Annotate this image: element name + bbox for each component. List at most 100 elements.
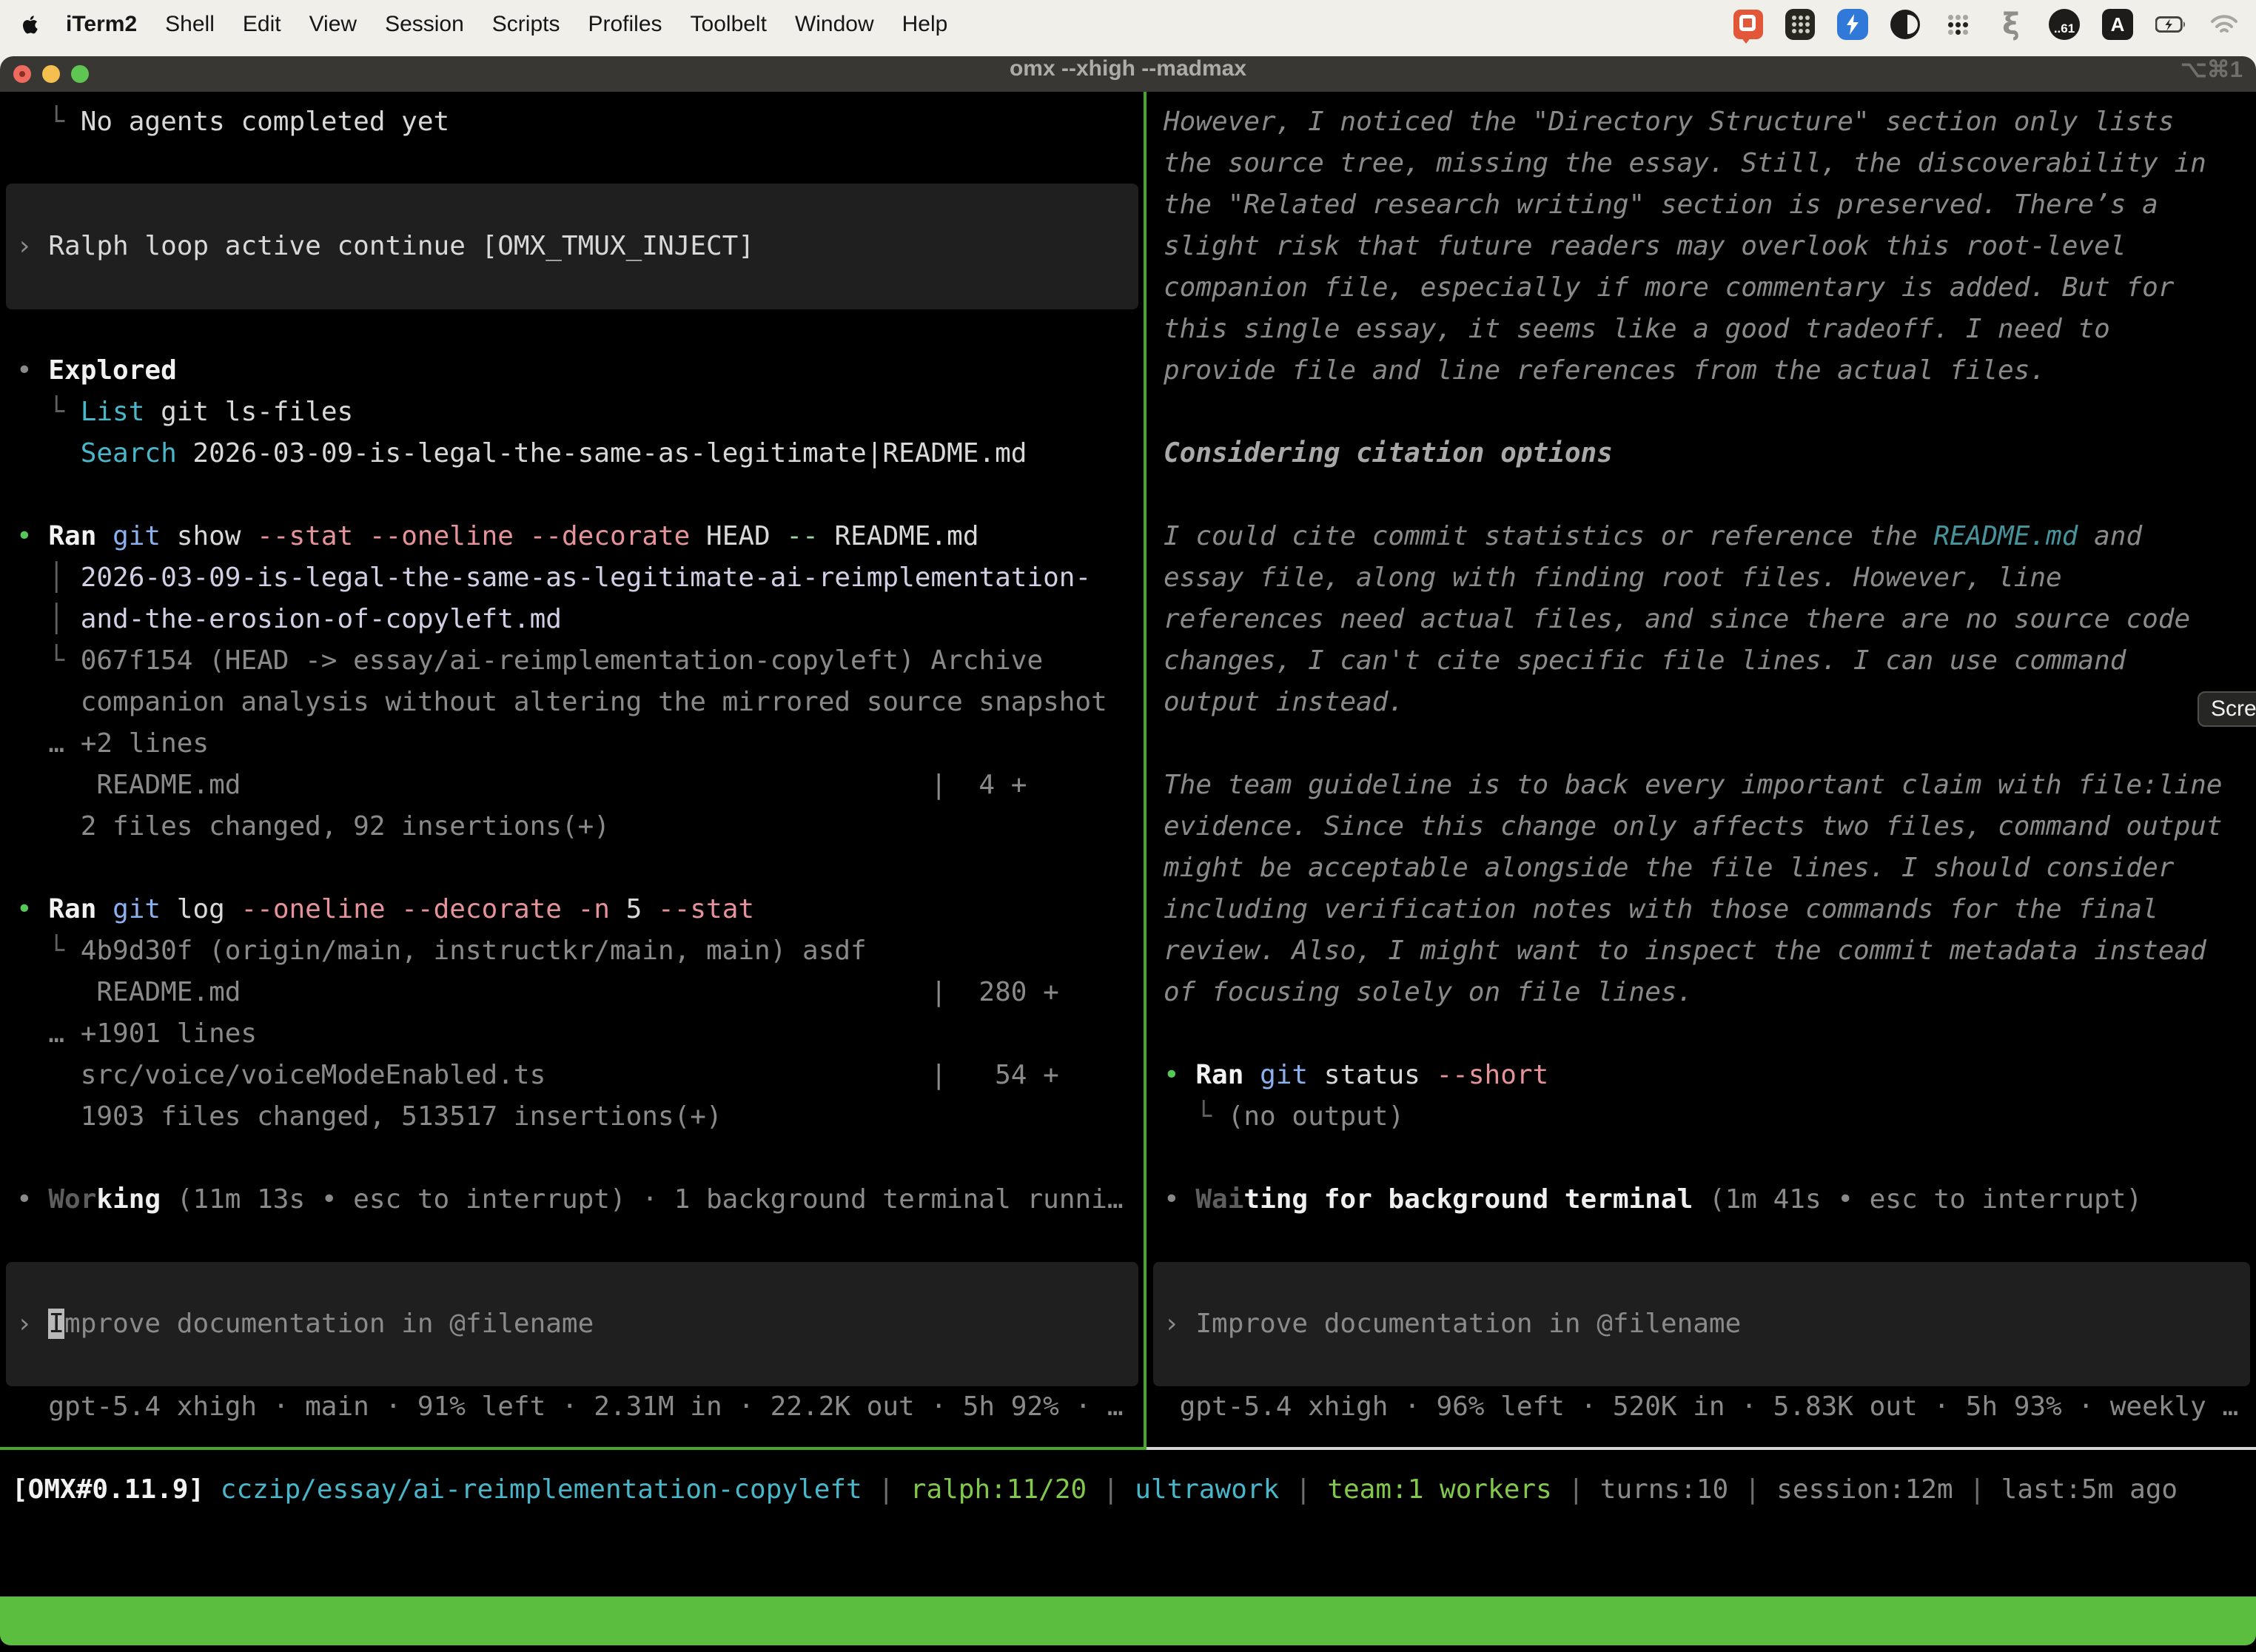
text-segment (1243, 1060, 1260, 1090)
pane-divider[interactable] (1144, 92, 1147, 1450)
terminal-line: └ 4b9d30f (origin/main, instructkr/main,… (16, 930, 867, 972)
a-key-icon[interactable]: A (2102, 9, 2133, 40)
terminal-line: evidence. Since this change only affects… (1164, 806, 2222, 847)
text-segment: last:5m ago (2001, 1474, 2178, 1505)
text-segment: Ralph loop active continue [OMX_TMUX_INJ… (48, 231, 754, 261)
terminal-line: companion analysis without altering the … (16, 682, 1107, 723)
screenshot-app-icon[interactable] (1733, 10, 1763, 39)
menu-item-edit[interactable]: Edit (229, 12, 295, 36)
text-segment: team:1 workers (1327, 1474, 1551, 1505)
terminal-line: 1903 files changed, 513517 insertions(+) (16, 1096, 722, 1138)
text-segment: README.md | 4 + (16, 770, 1027, 800)
terminal-line: references need actual files, and since … (1164, 599, 2190, 640)
menu-item-toolbelt[interactable]: Toolbelt (677, 12, 781, 36)
text-segment: references need actual files, and since … (1164, 604, 2190, 634)
menu-left: iTerm2ShellEditViewSessionScriptsProfile… (0, 11, 961, 38)
text-segment: cczip/essay/ai-reimplementation-copyleft (221, 1474, 862, 1505)
text-segment: • (16, 521, 48, 551)
text-segment: mprove documentation in @filename (64, 1309, 594, 1339)
text-segment: Wai (1195, 1184, 1243, 1215)
text-segment: git (113, 521, 161, 551)
pie-moon-icon[interactable] (1890, 10, 1920, 39)
text-segment: this single essay, it seems like a good … (1164, 314, 2110, 344)
text-segment: (11m 13s • esc to interrupt) · 1 backgro… (161, 1184, 1123, 1215)
tooltip-text: Scre (2211, 696, 2256, 721)
text-segment: ralph:11/20 (910, 1474, 1087, 1505)
text-segment: Improve documentation in @filename (1195, 1309, 1741, 1339)
text-segment (204, 1474, 221, 1505)
terminal-line: README.md | 4 + (16, 765, 1027, 806)
text-segment: and-the-erosion-of-copyleft.md (81, 604, 562, 634)
menu-item-iterm2[interactable]: iTerm2 (52, 12, 151, 36)
menu-item-window[interactable]: Window (781, 12, 888, 36)
terminal-line: The team guideline is to back every impo… (1164, 765, 2222, 806)
text-segment: --oneline --decorate -n (241, 894, 610, 924)
terminal-line: However, I noticed the "Directory Struct… (1164, 101, 2174, 143)
keyboard-grid-icon[interactable] (1785, 9, 1815, 40)
terminal-line: • Waiting for background terminal (1m 41… (1164, 1179, 2142, 1220)
text-segment (16, 438, 81, 469)
dots-grid-icon[interactable] (1942, 9, 1973, 40)
menu-item-profiles[interactable]: Profiles (574, 12, 676, 36)
text-segment: session:12m (1776, 1474, 1953, 1505)
text-segment: README.md | 280 + (16, 977, 1059, 1007)
text-segment: › (1164, 1309, 1195, 1339)
squiggle-icon[interactable]: ξ (1995, 9, 2027, 40)
terminal-line: └ List git ls-files (16, 392, 353, 433)
terminal-line: • Ran git show --stat --oneline --decora… (16, 516, 979, 557)
terminal-line: Search 2026-03-09-is-legal-the-same-as-l… (16, 433, 1027, 474)
text-segment: └ (16, 936, 81, 966)
terminal-line: README.md | 280 + (16, 972, 1059, 1013)
left-pane-bottom-border (0, 1447, 1144, 1450)
wifi-icon[interactable] (2209, 9, 2240, 40)
text-segment: I could cite commit statistics or refere… (1164, 521, 1933, 551)
text-segment: --stat (658, 894, 754, 924)
battery-percent-label: ..61 (2054, 21, 2075, 40)
text-segment: Considering citation options (1164, 438, 1613, 469)
menu-item-scripts[interactable]: Scripts (478, 12, 574, 36)
text-segment: No agents completed yet (81, 107, 450, 137)
terminal-line: output instead. (1164, 682, 1404, 723)
menu-item-help[interactable]: Help (888, 12, 962, 36)
text-segment: 5 (610, 894, 658, 924)
menu-item-session[interactable]: Session (371, 12, 478, 36)
terminal-content[interactable]: └ No agents completed yet › Ralph loop ac… (0, 92, 2256, 1652)
terminal-line: I could cite commit statistics or refere… (1164, 516, 2142, 557)
menu-item-view[interactable]: View (295, 12, 371, 36)
block-cursor: I (48, 1309, 64, 1339)
text-segment: Search (81, 438, 177, 469)
terminal-line: └ (no output) (1164, 1096, 1404, 1138)
a-key-label: A (2111, 13, 2125, 36)
text-segment: › (16, 231, 48, 261)
battery-icon[interactable] (2155, 9, 2186, 40)
text-segment: of focusing solely on file lines. (1164, 977, 1693, 1007)
text-segment: • (16, 894, 48, 924)
terminal-line: │ and-the-erosion-of-copyleft.md (16, 599, 562, 640)
text-segment: (no output) (1228, 1101, 1404, 1132)
terminal-line: └ No agents completed yet (16, 101, 449, 143)
terminal-line: │ 2026-03-09-is-legal-the-same-as-legiti… (16, 557, 1091, 599)
text-segment: │ (16, 563, 81, 593)
terminal-line: └ 067f154 (HEAD -> essay/ai-reimplementa… (16, 640, 1043, 682)
terminal-line: • Ran git log --oneline --decorate -n 5 … (16, 889, 754, 930)
text-segment: List (81, 397, 145, 427)
bolt-badge-icon[interactable] (1837, 9, 1868, 40)
text-segment: review. Also, I might want to inspect th… (1164, 936, 2206, 966)
text-segment: README.md (1933, 521, 2078, 551)
text-segment: HEAD (690, 521, 786, 551)
text-segment: slight risk that future readers may over… (1164, 231, 2126, 261)
text-segment: git (113, 894, 161, 924)
left-session-status: gpt-5.4 xhigh · main · 91% left · 2.31M … (16, 1386, 1124, 1428)
right-session-status: gpt-5.4 xhigh · 96% left · 520K in · 5.8… (1164, 1386, 2238, 1428)
text-segment: the "Related research writing" section i… (1164, 189, 2158, 220)
text-segment: king (96, 1184, 161, 1215)
terminal-line: … +2 lines (16, 723, 209, 765)
text-segment: └ (16, 645, 81, 676)
battery-percent-app-icon[interactable]: ..61 (2049, 9, 2080, 40)
text-segment: and (2078, 521, 2142, 551)
terminal-line: • Working (11m 13s • esc to interrupt) ·… (16, 1179, 1124, 1220)
apple-menu-icon[interactable] (19, 11, 44, 38)
menu-item-shell[interactable]: Shell (151, 12, 229, 36)
window-titlebar[interactable]: omx --xhigh --madmax ⌥⌘1 (0, 56, 2256, 92)
text-segment: • (16, 355, 48, 386)
